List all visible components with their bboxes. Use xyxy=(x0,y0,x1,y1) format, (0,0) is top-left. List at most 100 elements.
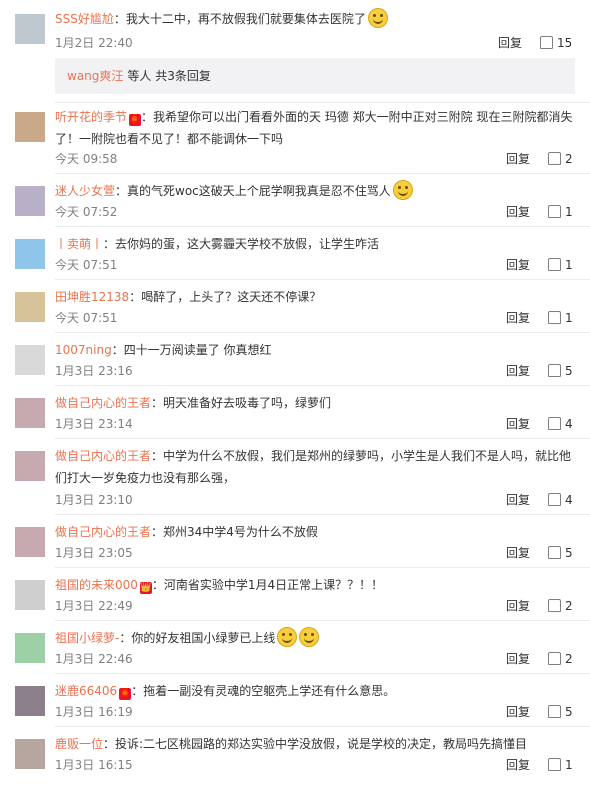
reply-button[interactable]: 回复 xyxy=(498,34,522,52)
like-button[interactable]: 5 xyxy=(548,703,573,721)
comment-timestamp: 1月3日 16:15 xyxy=(55,758,133,772)
comment-username[interactable]: 丨卖萌丨 xyxy=(55,237,103,251)
comment-text-line: 祖国小绿萝-：你的好友祖国小绿萝已上线 xyxy=(55,627,580,649)
like-button[interactable]: 1 xyxy=(548,309,573,327)
reply-button[interactable]: 回复 xyxy=(506,415,530,433)
reply-count-text[interactable]: 等人 共3条回复 xyxy=(127,69,210,83)
comment-timestamp: 今天 07:51 xyxy=(55,311,118,325)
user-avatar[interactable] xyxy=(15,739,45,769)
comment-username[interactable]: 听开花的季节 xyxy=(55,110,127,124)
comment-meta: 1月3日 16:15 回复 1 xyxy=(55,756,590,774)
like-button[interactable]: 1 xyxy=(548,203,573,221)
comment-divider xyxy=(55,514,590,515)
smiley-icon xyxy=(299,627,320,647)
comment-divider xyxy=(55,567,590,568)
comment-body: ：我大十二中，再不放假我们就要集体去医院了 xyxy=(113,12,366,26)
user-badge-icon[interactable]: 🧧 xyxy=(119,688,132,700)
like-button[interactable]: 5 xyxy=(548,544,573,562)
comment-meta: 1月3日 23:14 回复 4 xyxy=(55,415,590,433)
comment-username[interactable]: 做自己内心的王者 xyxy=(55,525,151,539)
like-count: 2 xyxy=(565,652,573,666)
user-avatar[interactable] xyxy=(15,186,45,216)
reply-summary-box[interactable]: wang爽汪 等人 共3条回复 xyxy=(55,58,575,94)
reply-button[interactable]: 回复 xyxy=(506,491,530,509)
thumbs-up-icon xyxy=(540,36,553,49)
like-button[interactable]: 4 xyxy=(548,491,573,509)
reply-button[interactable]: 回复 xyxy=(506,309,530,327)
like-count: 1 xyxy=(565,205,573,219)
user-badge-icon[interactable]: 🧧 xyxy=(129,114,142,126)
user-avatar[interactable] xyxy=(15,527,45,557)
comment-username[interactable]: 鹿贩一位 xyxy=(55,737,103,751)
like-count: 15 xyxy=(557,36,573,50)
comment-meta: 今天 09:58 回复 2 xyxy=(55,150,590,168)
user-badge-icon[interactable]: 👑 xyxy=(139,582,152,594)
comment-divider xyxy=(55,226,590,227)
like-count: 1 xyxy=(565,311,573,325)
like-button[interactable]: 5 xyxy=(548,362,573,380)
comment-divider xyxy=(55,332,590,333)
like-button[interactable]: 1 xyxy=(548,256,573,274)
user-avatar[interactable] xyxy=(15,398,45,428)
comment-username[interactable]: 祖国小绿萝- xyxy=(55,631,119,645)
smiley-icon xyxy=(277,627,298,647)
reply-username[interactable]: wang爽汪 xyxy=(67,69,123,83)
reply-button[interactable]: 回复 xyxy=(506,703,530,721)
comment-body: ：拖着一副没有灵魂的空躯壳上学还有什么意思。 xyxy=(131,684,396,698)
comment-username[interactable]: 做自己内心的王者 xyxy=(55,396,151,410)
like-count: 1 xyxy=(565,258,573,272)
comment-body: ：河南省实验中学1月4日正常上课？？！！ xyxy=(151,578,384,592)
reply-button[interactable]: 回复 xyxy=(506,544,530,562)
comment-body: ：你的好友祖国小绿萝已上线 xyxy=(119,631,276,645)
comment-username[interactable]: 迷人少女萱 xyxy=(55,184,115,198)
reply-button[interactable]: 回复 xyxy=(506,597,530,615)
comment-meta: 1月3日 22:49 回复 2 xyxy=(55,597,590,615)
like-button[interactable]: 4 xyxy=(548,415,573,433)
comment-timestamp: 1月3日 23:10 xyxy=(55,493,133,507)
comment-timestamp: 今天 07:52 xyxy=(55,205,118,219)
comment-username[interactable]: 迷鹿66406 xyxy=(55,684,117,698)
thumbs-up-icon xyxy=(548,705,561,718)
user-avatar[interactable] xyxy=(15,239,45,269)
reply-button[interactable]: 回复 xyxy=(506,650,530,668)
thumbs-up-icon xyxy=(548,205,561,218)
thumbs-up-icon xyxy=(548,311,561,324)
user-avatar[interactable] xyxy=(15,451,45,481)
like-button[interactable]: 15 xyxy=(540,34,572,52)
comment-text-line: 迷人少女萱：真的气死woc这破天上个屁学啊我真是忍不住骂人 xyxy=(55,180,580,202)
comment-username[interactable]: 田坤胜12138 xyxy=(55,290,129,304)
comment-text-line: 迷鹿66406 🧧：拖着一副没有灵魂的空躯壳上学还有什么意思。 xyxy=(55,680,580,702)
user-avatar[interactable] xyxy=(15,686,45,716)
comment-username[interactable]: 1007ning xyxy=(55,343,112,357)
user-avatar[interactable] xyxy=(15,345,45,375)
like-button[interactable]: 2 xyxy=(548,597,573,615)
like-button[interactable]: 1 xyxy=(548,756,573,774)
like-button[interactable]: 2 xyxy=(548,650,573,668)
user-avatar[interactable] xyxy=(15,633,45,663)
reply-button[interactable]: 回复 xyxy=(506,756,530,774)
comment-timestamp: 1月3日 23:05 xyxy=(55,546,133,560)
comment-username[interactable]: SSS好尴尬 xyxy=(55,12,114,26)
like-count: 4 xyxy=(565,417,573,431)
comment-meta: 今天 07:51 回复 1 xyxy=(55,309,590,327)
like-count: 1 xyxy=(565,758,573,772)
comment-username[interactable]: 祖国的未来000 xyxy=(55,578,138,592)
comment-timestamp: 1月2日 22:40 xyxy=(55,36,133,50)
comment-text-line: SSS好尴尬：我大十二中，再不放假我们就要集体去医院了 xyxy=(55,8,580,30)
comment-username[interactable]: 做自己内心的王者 xyxy=(55,449,151,463)
comment-text-line: 听开花的季节 🧧：我希望你可以出门看看外面的天 玛德 郑大一附中正对三附院 现在三… xyxy=(55,106,580,150)
user-avatar[interactable] xyxy=(15,292,45,322)
user-avatar[interactable] xyxy=(15,112,45,142)
reply-button[interactable]: 回复 xyxy=(506,256,530,274)
user-avatar[interactable] xyxy=(15,580,45,610)
like-button[interactable]: 2 xyxy=(548,150,573,168)
comment-divider xyxy=(55,673,590,674)
comment-timestamp: 今天 07:51 xyxy=(55,258,118,272)
reply-button[interactable]: 回复 xyxy=(506,203,530,221)
comment-divider xyxy=(55,438,590,439)
comment-text-line: 鹿贩一位：投诉:二七区桃园路的郑达实验中学没放假，说是学校的决定，教局吗先搞懂目 xyxy=(55,733,580,755)
comment-text-line: 做自己内心的王者：明天准备好去吸毒了吗，绿萝们 xyxy=(55,392,580,414)
reply-button[interactable]: 回复 xyxy=(506,150,530,168)
reply-button[interactable]: 回复 xyxy=(506,362,530,380)
user-avatar[interactable] xyxy=(15,14,45,44)
